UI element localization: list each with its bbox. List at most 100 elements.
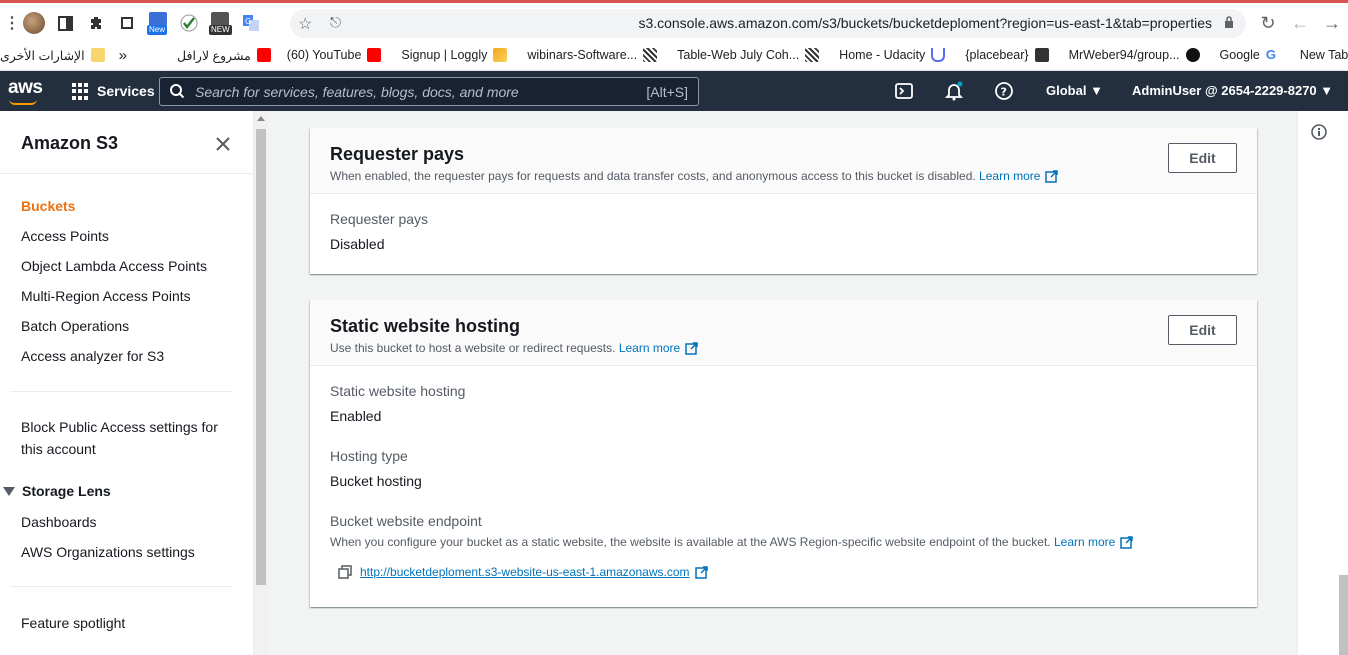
card-header: Requester pays When enabled, the request… [310, 128, 1257, 194]
url-text[interactable]: s3.console.aws.amazon.com/s3/buckets/buc… [638, 15, 1212, 31]
bookmark-star-icon[interactable]: ☆ [298, 14, 312, 34]
bookmark-overflow-chevron: » [118, 46, 127, 64]
search-icon [170, 84, 184, 98]
youtube-icon [256, 48, 271, 62]
card-title: Requester pays [330, 144, 465, 164]
account-menu[interactable]: AdminUser @ 2654-2229-8270 ▼ [1132, 83, 1333, 98]
sidebar-item-organizations-settings[interactable]: AWS Organizations settings [21, 544, 195, 560]
search-shortcut: [Alt+S] [646, 84, 688, 100]
bookmark-label: Signup | Loggly [401, 48, 488, 62]
services-menu[interactable]: Services [97, 83, 155, 99]
chevron-down-icon: ▼ [1320, 83, 1334, 98]
services-grid-icon[interactable] [72, 83, 89, 100]
check-extension-icon[interactable] [178, 12, 200, 34]
cloudshell-icon[interactable] [894, 81, 914, 101]
field-label: Requester pays [330, 211, 429, 227]
help-icon[interactable]: ? [994, 81, 1014, 101]
sidebar-item-dashboards[interactable]: Dashboards [21, 514, 97, 530]
learn-more-link[interactable]: Learn more [1054, 535, 1115, 549]
sidebar-item-feature-spotlight[interactable]: Feature spotlight [21, 615, 125, 631]
scrollbar-thumb[interactable] [256, 129, 266, 585]
sidebar-item-batch-operations[interactable]: Batch Operations [21, 318, 129, 334]
back-icon[interactable]: ← [1284, 9, 1316, 37]
aws-logo-smile [9, 99, 37, 105]
bookmark-overflow[interactable]: » [119, 47, 127, 64]
sidebar-scrollbar[interactable] [254, 111, 268, 655]
sidebar-item-block-public-access[interactable]: Block Public Access settings for [21, 419, 218, 435]
new-label-2: NEW [209, 25, 232, 35]
notifications-bell-icon[interactable] [944, 81, 964, 101]
more-menu-icon[interactable]: ⋮ [4, 13, 20, 33]
sidebar-divider [0, 173, 253, 174]
crop-icon[interactable] [116, 12, 138, 34]
field-label: Hosting type [330, 448, 408, 464]
bookmarks-bar: الإشارات الأخرى » مشروع لارافل (60) YouT… [0, 40, 1348, 71]
bookmark-google[interactable]: Google G [1220, 48, 1286, 63]
close-icon[interactable] [214, 135, 232, 153]
scroll-up-icon[interactable] [257, 116, 265, 121]
profile-avatar-icon[interactable] [23, 12, 45, 34]
bookmark-new-tab[interactable]: New Tab [1300, 48, 1348, 62]
aws-logo[interactable]: aws [8, 77, 43, 99]
requester-pays-card: Requester pays When enabled, the request… [310, 128, 1257, 274]
bookmark-udacity[interactable]: Home - Udacity [839, 48, 951, 62]
sidebar-item-buckets[interactable]: Buckets [21, 198, 75, 214]
reading-list-icon[interactable] [54, 12, 76, 34]
browser-toolbar: ⋮ New NEW G ☆ ⎋ s3.console.aws.amazon.co… [0, 0, 1348, 40]
sidebar-item-multi-region[interactable]: Multi-Region Access Points [21, 288, 191, 304]
account-label: AdminUser @ 2654-2229-8270 [1132, 83, 1317, 98]
edit-button[interactable]: Edit [1168, 315, 1237, 345]
sidebar-section-storage-lens[interactable]: Storage Lens [3, 483, 111, 499]
region-selector[interactable]: Global ▼ [1046, 83, 1103, 98]
translate-icon[interactable]: G [240, 12, 262, 34]
description-text: Use this bucket to host a website or red… [330, 341, 616, 355]
external-link-icon[interactable] [694, 565, 708, 579]
bookmark-label: New Tab [1299, 48, 1348, 62]
share-icon[interactable]: ⎋ [330, 14, 341, 31]
bookmark-github[interactable]: MrWeber94/group... [1069, 48, 1206, 62]
learn-more-link[interactable]: Learn more [619, 341, 680, 355]
bookmark-other[interactable]: الإشارات الأخرى [0, 48, 111, 63]
sidebar-item-block-public-access-line2[interactable]: this account [21, 441, 96, 457]
udacity-icon [931, 48, 946, 62]
field-value: Enabled [330, 408, 382, 424]
external-link-icon[interactable] [685, 341, 698, 355]
bookmark-loggly[interactable]: Signup | Loggly [401, 48, 513, 62]
sidebar-item-access-points[interactable]: Access Points [21, 228, 109, 244]
new-badge-extension-2-icon[interactable]: NEW [209, 12, 232, 35]
bookmark-wibinars[interactable]: wibinars-Software... [527, 48, 663, 62]
puzzle-icon[interactable] [85, 12, 107, 34]
sidebar-item-access-analyzer[interactable]: Access analyzer for S3 [21, 348, 164, 364]
edit-button[interactable]: Edit [1168, 143, 1237, 173]
bookmark-youtube[interactable]: (60) YouTube [287, 48, 388, 62]
sidebar-item-object-lambda[interactable]: Object Lambda Access Points [21, 258, 207, 274]
aws-console-header: aws Services Search for services, featur… [0, 71, 1348, 111]
external-link-icon[interactable] [1045, 169, 1059, 183]
info-icon[interactable] [1311, 124, 1327, 140]
new-badge-extension-icon[interactable]: New [147, 12, 169, 35]
external-link-icon[interactable] [1120, 535, 1134, 549]
search-input[interactable]: Search for services, features, blogs, do… [159, 77, 699, 106]
forward-icon[interactable]: → [1316, 9, 1348, 37]
field-value: Disabled [330, 236, 385, 252]
bookmark-laravel[interactable]: مشروع لارافل [177, 48, 277, 63]
s3-sidebar: Amazon S3 Buckets Access Points Object L… [0, 111, 254, 655]
endpoint-url-link[interactable]: http://bucketdeploment.s3-website-us-eas… [360, 565, 690, 579]
learn-more-link[interactable]: Learn more [979, 169, 1040, 183]
lock-icon[interactable] [1224, 16, 1234, 28]
caret-down-icon [3, 486, 15, 496]
bookmark-table-web[interactable]: Table-Web July Coh... [677, 48, 825, 62]
chevron-down-icon: ▼ [1090, 83, 1103, 98]
bookmark-placebear[interactable]: {placebear} [965, 48, 1054, 62]
bookmark-label: Home - Udacity [839, 48, 926, 62]
reload-icon[interactable]: ↻ [1252, 9, 1284, 37]
field-value: Bucket hosting [330, 473, 422, 489]
page-scrollbar-thumb[interactable] [1339, 575, 1348, 655]
folder-icon [90, 48, 105, 62]
copy-icon[interactable] [338, 565, 352, 579]
main-content: Requester pays When enabled, the request… [268, 111, 1297, 655]
region-label: Global [1046, 83, 1087, 98]
youtube-icon [367, 48, 382, 62]
card-title: Static website hosting [330, 316, 521, 336]
address-bar[interactable]: ☆ ⎋ s3.console.aws.amazon.com/s3/buckets… [290, 9, 1246, 38]
